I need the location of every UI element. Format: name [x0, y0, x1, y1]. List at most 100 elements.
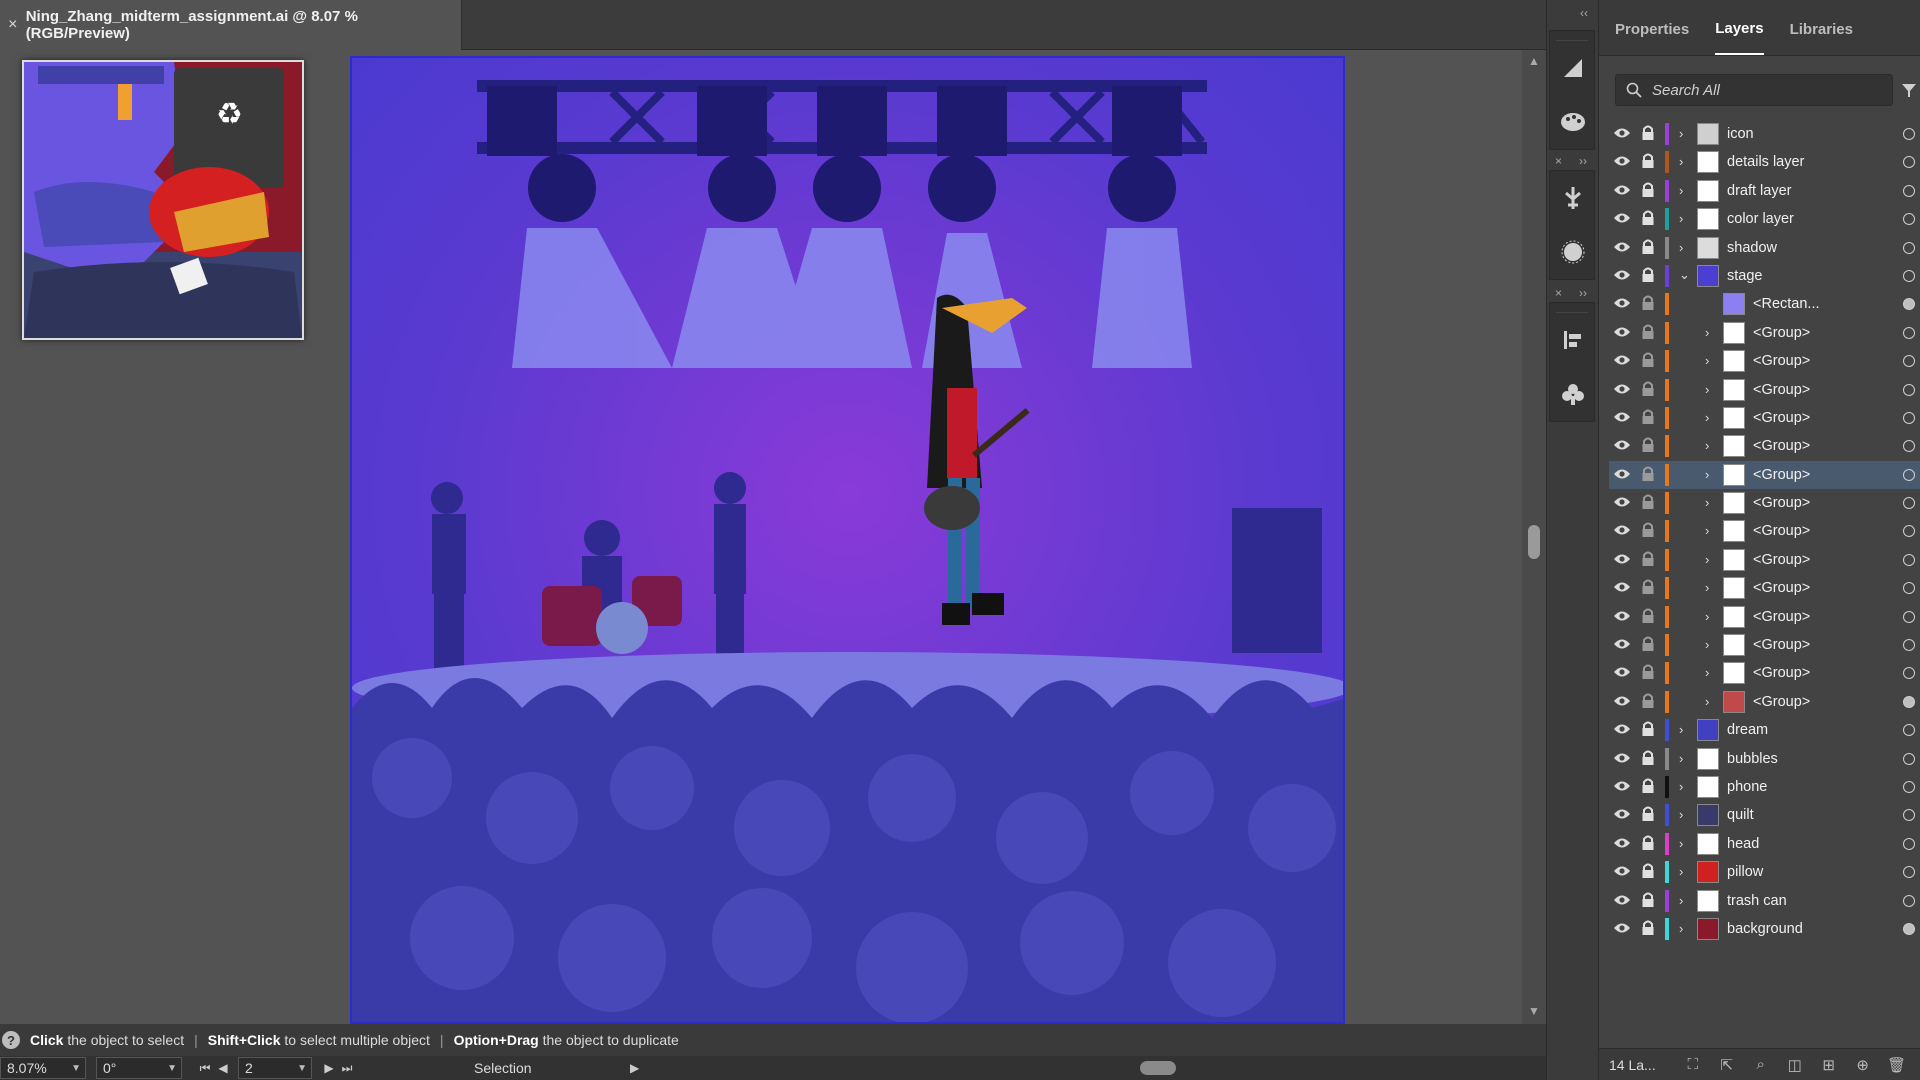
- target-circle-icon[interactable]: [1903, 184, 1915, 197]
- align-icon[interactable]: [1550, 313, 1596, 367]
- layer-name[interactable]: background: [1727, 921, 1803, 937]
- chevron-right-icon[interactable]: ›: [1705, 523, 1709, 538]
- dock-grip[interactable]: [1556, 303, 1588, 313]
- eye-icon[interactable]: [1613, 211, 1631, 225]
- layer-row[interactable]: › draft layer: [1609, 177, 1920, 205]
- target-circle-icon[interactable]: [1903, 667, 1915, 680]
- target-circle-icon[interactable]: [1903, 752, 1915, 765]
- target-circle-icon[interactable]: [1903, 156, 1915, 169]
- vertical-scrollbar[interactable]: ▲ ▼: [1522, 50, 1546, 1024]
- layer-name[interactable]: <Group>: [1753, 665, 1810, 681]
- target-circle-icon[interactable]: [1903, 411, 1915, 424]
- make-clipping-mask-icon[interactable]: ◫: [1778, 1056, 1812, 1074]
- chevron-right-icon[interactable]: ›: [1705, 580, 1709, 595]
- create-sublayer-icon[interactable]: ⊞: [1812, 1056, 1846, 1074]
- chevron-right-icon[interactable]: ›: [1679, 154, 1683, 169]
- chevron-down-icon[interactable]: ⌄: [1679, 267, 1690, 283]
- target-circle-icon[interactable]: [1903, 922, 1915, 935]
- lock-icon[interactable]: [1641, 494, 1655, 510]
- eye-icon[interactable]: [1613, 296, 1631, 310]
- close-tab-icon[interactable]: ×: [0, 16, 26, 34]
- appearance-circle-icon[interactable]: [1550, 225, 1596, 279]
- layer-name[interactable]: <Group>: [1753, 495, 1810, 511]
- target-circle-icon[interactable]: [1903, 355, 1915, 368]
- eye-icon[interactable]: [1613, 467, 1631, 481]
- eye-icon[interactable]: [1613, 864, 1631, 878]
- lock-icon[interactable]: [1641, 664, 1655, 680]
- eye-icon[interactable]: [1613, 523, 1631, 537]
- layer-row[interactable]: › <Group>: [1609, 432, 1920, 460]
- chevron-right-icon[interactable]: ›: [1705, 637, 1709, 652]
- layer-name[interactable]: pillow: [1727, 864, 1763, 880]
- eye-icon[interactable]: [1613, 751, 1631, 765]
- layer-name[interactable]: <Group>: [1753, 609, 1810, 625]
- puppet-warp-icon[interactable]: [1550, 171, 1596, 225]
- close-panel-group-icon[interactable]: ×: [1555, 286, 1562, 300]
- chevron-right-icon[interactable]: ›: [1705, 552, 1709, 567]
- lock-icon[interactable]: [1641, 437, 1655, 453]
- help-icon[interactable]: ?: [2, 1031, 20, 1049]
- lock-icon[interactable]: [1641, 750, 1655, 766]
- lock-icon[interactable]: [1641, 267, 1655, 283]
- eye-icon[interactable]: [1613, 183, 1631, 197]
- layer-name[interactable]: <Group>: [1753, 410, 1810, 426]
- layer-name[interactable]: <Group>: [1753, 353, 1810, 369]
- eye-icon[interactable]: [1613, 353, 1631, 367]
- layer-row[interactable]: › <Group>: [1609, 688, 1920, 716]
- target-circle-icon[interactable]: [1903, 440, 1915, 453]
- layer-row[interactable]: › <Group>: [1609, 659, 1920, 687]
- chevron-right-icon[interactable]: ›: [1679, 807, 1683, 822]
- target-circle-icon[interactable]: [1903, 468, 1915, 481]
- layer-name[interactable]: icon: [1727, 126, 1754, 142]
- layer-name[interactable]: trash can: [1727, 893, 1787, 909]
- target-circle-icon[interactable]: [1903, 241, 1915, 254]
- layer-row[interactable]: › pillow: [1609, 858, 1920, 886]
- horizontal-scrollbar[interactable]: [680, 1060, 1520, 1076]
- eye-icon[interactable]: [1613, 552, 1631, 566]
- chevron-right-icon[interactable]: ›: [1679, 836, 1683, 851]
- layer-row[interactable]: › shadow: [1609, 234, 1920, 262]
- lock-icon[interactable]: [1641, 522, 1655, 538]
- eye-icon[interactable]: [1613, 495, 1631, 509]
- tab-properties[interactable]: Properties: [1615, 1, 1689, 54]
- collect-for-export-icon[interactable]: ⛶: [1676, 1056, 1710, 1074]
- layer-name[interactable]: color layer: [1727, 211, 1794, 227]
- tab-libraries[interactable]: Libraries: [1790, 1, 1853, 54]
- layer-row[interactable]: › <Group>: [1609, 517, 1920, 545]
- chevron-right-icon[interactable]: ›: [1679, 126, 1683, 141]
- gradient-panel-icon[interactable]: [1550, 41, 1596, 95]
- target-circle-icon[interactable]: [1903, 128, 1915, 140]
- layer-row[interactable]: › <Group>: [1609, 376, 1920, 404]
- target-circle-icon[interactable]: [1903, 894, 1915, 907]
- eye-icon[interactable]: [1613, 779, 1631, 793]
- lock-icon[interactable]: [1641, 324, 1655, 340]
- layer-name[interactable]: <Group>: [1753, 325, 1810, 341]
- chevron-right-icon[interactable]: ›: [1705, 609, 1709, 624]
- layer-row[interactable]: › quilt: [1609, 801, 1920, 829]
- target-circle-icon[interactable]: [1903, 866, 1915, 879]
- lock-icon[interactable]: [1641, 239, 1655, 255]
- lock-icon[interactable]: [1641, 352, 1655, 368]
- eye-icon[interactable]: [1613, 609, 1631, 623]
- mode-menu-icon[interactable]: ▶: [626, 1061, 644, 1075]
- vertical-scroll-thumb[interactable]: [1528, 525, 1540, 559]
- eye-icon[interactable]: [1613, 637, 1631, 651]
- next-artboard-icon[interactable]: ▶: [320, 1061, 338, 1075]
- target-circle-icon[interactable]: [1903, 213, 1915, 226]
- target-circle-icon[interactable]: [1903, 326, 1915, 339]
- lock-icon[interactable]: [1641, 579, 1655, 595]
- layer-row[interactable]: › trash can: [1609, 887, 1920, 915]
- lock-icon[interactable]: [1641, 551, 1655, 567]
- eye-icon[interactable]: [1613, 694, 1631, 708]
- target-circle-icon[interactable]: [1903, 837, 1915, 850]
- lock-icon[interactable]: [1641, 182, 1655, 198]
- layer-row[interactable]: › <Group>: [1609, 347, 1920, 375]
- layer-name[interactable]: bubbles: [1727, 751, 1778, 767]
- layer-row[interactable]: › <Group>: [1609, 319, 1920, 347]
- previous-artboard-icon[interactable]: ◀: [214, 1061, 232, 1075]
- target-circle-icon[interactable]: [1903, 809, 1915, 822]
- tab-layers[interactable]: Layers: [1715, 0, 1764, 55]
- layer-name[interactable]: head: [1727, 836, 1759, 852]
- locate-object-icon[interactable]: ⌕: [1744, 1056, 1778, 1074]
- lock-icon[interactable]: [1641, 835, 1655, 851]
